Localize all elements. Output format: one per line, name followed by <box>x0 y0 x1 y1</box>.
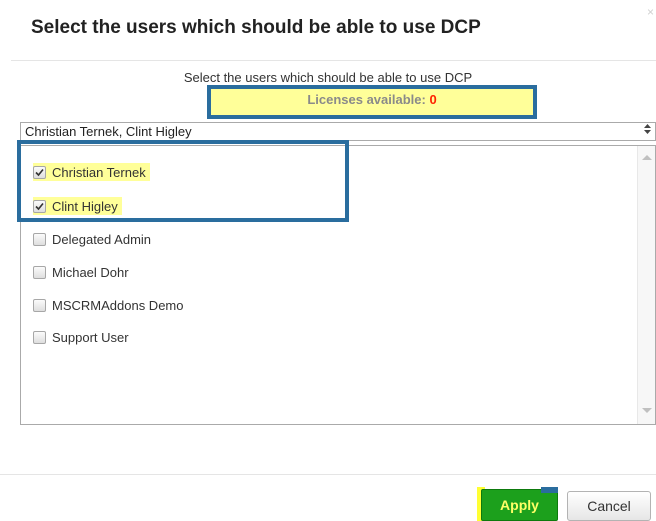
cancel-button[interactable]: Cancel <box>567 491 651 521</box>
user-list-item[interactable]: Delegated Admin <box>33 230 151 248</box>
user-list-item-label: Support User <box>52 329 129 345</box>
licenses-available: Licenses available: 0 <box>211 92 533 107</box>
licenses-highlight-box: Licenses available: 0 <box>207 85 537 119</box>
licenses-label: Licenses available: <box>307 92 430 107</box>
checkbox-checked[interactable] <box>33 165 46 179</box>
apply-button[interactable]: Apply <box>481 489 558 521</box>
checkbox[interactable] <box>33 330 46 344</box>
checkbox[interactable] <box>33 232 46 246</box>
apply-frame-mark <box>541 487 558 493</box>
users-select-value: Christian Ternek, Clint Higley <box>25 124 192 139</box>
user-list-item-label: Clint Higley <box>52 198 118 214</box>
user-list-item[interactable]: Support User <box>33 328 129 346</box>
user-list-item-label: Michael Dohr <box>52 264 129 280</box>
checkmark-icon <box>35 168 44 176</box>
user-list-item[interactable]: MSCRMAddons Demo <box>33 296 184 314</box>
user-list-item[interactable]: Clint Higley <box>33 197 122 215</box>
checkbox-checked[interactable] <box>33 199 46 213</box>
checkbox[interactable] <box>33 298 46 312</box>
scroll-down-arrow-icon[interactable] <box>642 408 652 413</box>
scrollbar[interactable] <box>637 146 655 424</box>
users-select[interactable]: Christian Ternek, Clint Higley <box>20 122 656 141</box>
user-list-item-label: Delegated Admin <box>52 231 152 247</box>
checkmark-icon <box>35 202 44 210</box>
header-divider <box>11 60 656 61</box>
subtitle: Select the users which should be able to… <box>183 70 473 85</box>
select-arrows-icon <box>644 123 651 140</box>
user-list-item-label: Christian Ternek <box>52 164 146 180</box>
scroll-up-arrow-icon[interactable] <box>642 155 652 160</box>
footer-divider <box>0 474 656 475</box>
checkbox[interactable] <box>33 265 46 279</box>
licenses-count: 0 <box>429 92 437 107</box>
user-list-item[interactable]: Michael Dohr <box>33 263 129 281</box>
user-list-item[interactable]: Christian Ternek <box>33 163 150 181</box>
users-list[interactable]: Christian Ternek Clint Higley Delegated Ad… <box>20 145 656 425</box>
user-list-item-label: MSCRMAddons Demo <box>52 297 184 313</box>
dialog-title: Select the users which should be able to… <box>31 17 481 38</box>
close-icon[interactable]: × <box>645 6 656 18</box>
